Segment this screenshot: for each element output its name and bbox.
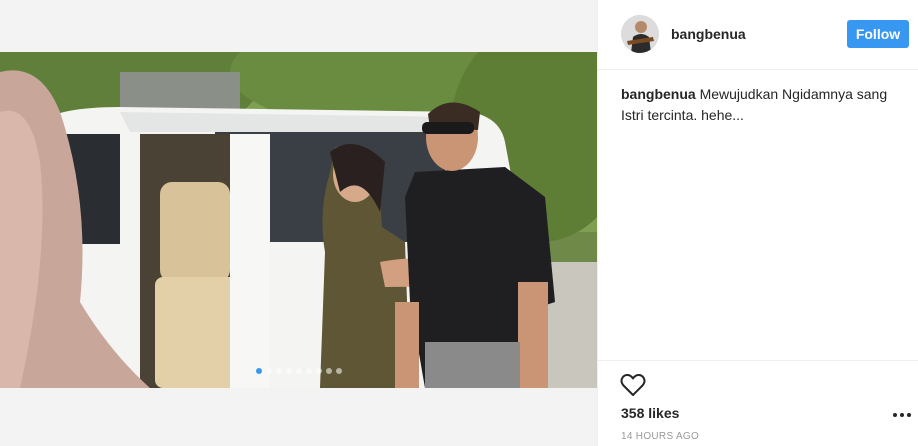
carousel-indicator[interactable] bbox=[0, 368, 597, 374]
carousel-dot[interactable] bbox=[335, 368, 342, 374]
carousel-dot[interactable] bbox=[305, 368, 312, 374]
carousel-dot[interactable] bbox=[315, 368, 322, 374]
post-actions bbox=[598, 360, 918, 396]
follow-button[interactable]: Follow bbox=[847, 20, 909, 48]
post-timestamp[interactable]: 14 HOURS AGO bbox=[621, 431, 699, 442]
photo-image bbox=[0, 52, 597, 388]
post-username[interactable]: bangbenua bbox=[671, 26, 746, 42]
carousel-dot[interactable] bbox=[325, 368, 332, 374]
post-photo[interactable] bbox=[0, 52, 597, 388]
carousel-dot[interactable] bbox=[285, 368, 292, 374]
carousel-dot[interactable] bbox=[275, 368, 282, 374]
avatar[interactable] bbox=[621, 15, 659, 53]
more-options-icon[interactable] bbox=[891, 408, 913, 422]
avatar-image bbox=[621, 15, 659, 53]
carousel-dot[interactable] bbox=[295, 368, 302, 374]
carousel-dot[interactable] bbox=[265, 368, 272, 374]
post-details-panel: bangbenua Follow bangbenua Mewujudkan Ng… bbox=[597, 0, 918, 446]
post-header: bangbenua Follow bbox=[598, 0, 918, 70]
post-caption: bangbenua Mewujudkan Ngidamnya sang Istr… bbox=[621, 84, 901, 126]
carousel-dot[interactable] bbox=[255, 368, 262, 374]
caption-username[interactable]: bangbenua bbox=[621, 86, 696, 102]
heart-outline-icon[interactable] bbox=[620, 373, 646, 397]
photo-stage bbox=[0, 0, 597, 446]
likes-count[interactable]: 358 likes bbox=[621, 405, 679, 421]
